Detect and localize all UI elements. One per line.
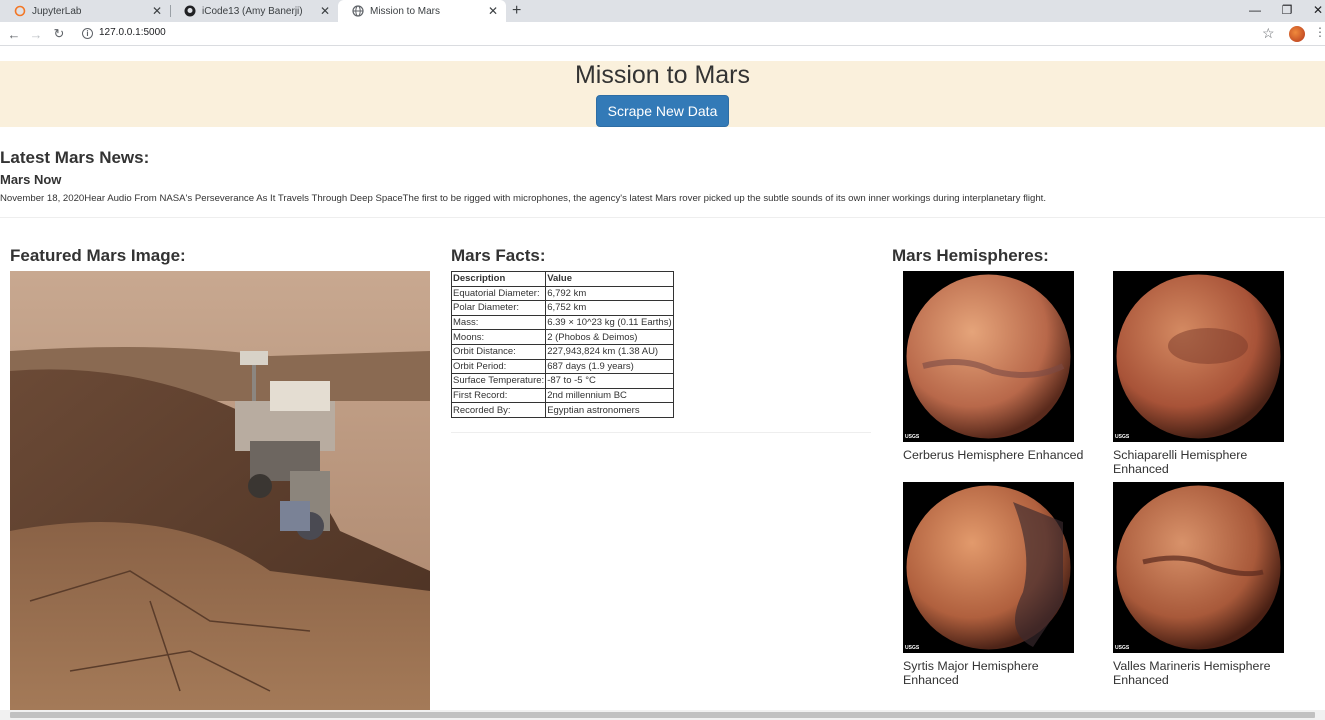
hemisphere-title: Valles Marineris Hemisphere Enhanced [1113,659,1271,687]
table-row: Equatorial Diameter: 6,792 km [450,285,674,302]
table-row: Surface Temperature: -87 to -5 °C [450,373,674,389]
divider [0,217,1325,218]
tab-mission-to-mars[interactable]: Mission to Mars ✕ [338,0,506,22]
scrape-new-data-button[interactable]: Scrape New Data [595,95,730,127]
close-icon[interactable]: ✕ [320,4,330,18]
column-header: Description [450,271,547,287]
hemispheres-heading: Mars Hemispheres: [892,246,1049,265]
table-cell: 6,792 km [545,285,674,302]
table-row: Orbit Period: 687 days (1.9 years) [450,358,674,375]
table-header-row: Description Value [450,271,674,287]
news-heading: Latest Mars News: [0,148,150,167]
kebab-menu-icon[interactable]: ⋮ [1314,25,1325,39]
table-cell: Recorded By: [450,402,547,418]
globe-icon [352,5,364,17]
new-tab-button[interactable]: + [512,1,521,21]
usgs-watermark: USGS [1115,645,1130,651]
facts-heading: Mars Facts: [451,246,546,265]
window-close-icon[interactable]: ✕ [1303,0,1325,20]
table-cell: 6.39 × 10^23 kg (0.11 Earths) [545,314,674,331]
close-icon[interactable]: ✕ [152,4,162,18]
table-cell: Orbit Period: [450,358,547,375]
tab-jupyterlab[interactable]: JupyterLab ✕ [0,0,170,22]
news-source: Mars Now [0,172,62,187]
hemisphere-title: Cerberus Hemisphere Enhanced [903,448,1084,462]
back-arrow-icon[interactable]: ← [5,25,23,43]
featured-mars-image [10,271,430,710]
table-cell: Polar Diameter: [450,300,547,316]
divider [451,432,871,433]
hemisphere-title: Schiaparelli Hemisphere Enhanced [1113,448,1248,476]
column-header: Value [545,271,674,287]
hemisphere-card-syrtis-major: USGS Syrtis Major Hemisphere Enhanced [903,482,1093,687]
tab-label: JupyterLab [32,5,82,17]
address-bar[interactable]: 127.0.0.1:5000 [99,27,166,38]
table-cell: 687 days (1.9 years) [545,358,674,375]
usgs-watermark: USGS [1115,434,1130,440]
page-title: Mission to Mars [574,61,751,89]
table-row: Polar Diameter: 6,752 km [450,300,674,316]
browser-toolbar: ← → ↻ i 127.0.0.1:5000 ☆ ⋮ [0,22,1325,46]
tab-label: Mission to Mars [370,5,441,17]
usgs-watermark: USGS [905,645,920,651]
usgs-watermark: USGS [905,434,920,440]
table-cell: 2nd millennium BC [545,387,674,404]
mars-facts-table: Description Value Equatorial Diameter: 6,… [450,271,674,418]
hemisphere-image: USGS [1113,482,1284,653]
table-cell: 6,752 km [545,300,674,316]
hemisphere-image: USGS [903,482,1074,653]
tab-github[interactable]: iCode13 (Amy Banerji) ✕ [170,0,338,22]
table-cell: 227,943,824 km (1.38 AU) [545,343,674,360]
hemisphere-image: USGS [903,271,1074,442]
news-text: November 18, 2020Hear Audio From NASA's … [0,193,1047,204]
hemisphere-card-schiaparelli: USGS Schiaparelli Hemisphere Enhanced [1113,271,1303,476]
table-row: Recorded By: Egyptian astronomers [450,402,674,418]
table-cell: Egyptian astronomers [545,402,674,418]
table-row: First Record: 2nd millennium BC [450,387,674,404]
close-icon[interactable]: ✕ [488,4,498,18]
forward-arrow-icon[interactable]: → [27,25,45,43]
hemisphere-title: Syrtis Major Hemisphere Enhanced [903,659,1039,687]
tab-label: iCode13 (Amy Banerji) [202,5,303,17]
table-row: Orbit Distance: 227,943,824 km (1.38 AU) [450,343,674,360]
restore-icon[interactable]: ❐ [1272,0,1302,20]
hemisphere-card-valles-marineris: USGS Valles Marineris Hemisphere Enhance… [1113,482,1303,687]
reload-icon[interactable]: ↻ [50,25,68,43]
table-row: Moons: 2 (Phobos & Deimos) [450,329,674,345]
table-cell: Equatorial Diameter: [450,285,547,302]
page-content: Mission to Mars Scrape New Data Latest M… [0,47,1325,710]
horizontal-scrollbar[interactable] [0,710,1325,720]
table-cell: -87 to -5 °C [545,373,674,389]
table-cell: Surface Temperature: [450,373,547,389]
browser-tabstrip: JupyterLab ✕ iCode13 (Amy Banerji) ✕ Mis… [0,0,1325,22]
github-icon [184,5,196,17]
jupyter-icon [14,5,26,17]
jumbotron: Mission to Mars Scrape New Data [0,61,1325,127]
hemisphere-card-cerberus: USGS Cerberus Hemisphere Enhanced [903,271,1093,463]
table-cell: Moons: [450,329,547,345]
table-cell: Mass: [450,314,547,331]
table-cell: First Record: [450,387,547,404]
minimize-icon[interactable]: — [1240,0,1270,20]
bookmark-star-icon[interactable]: ☆ [1262,25,1275,42]
scrollbar-thumb[interactable] [10,712,1315,718]
table-cell: 2 (Phobos & Deimos) [545,329,674,345]
table-row: Mass: 6.39 × 10^23 kg (0.11 Earths) [450,314,674,331]
table-cell: Orbit Distance: [450,343,547,360]
featured-image-heading: Featured Mars Image: [10,246,186,265]
profile-avatar-icon[interactable] [1289,26,1305,42]
hemisphere-image: USGS [1113,271,1284,442]
info-icon[interactable]: i [82,28,93,39]
